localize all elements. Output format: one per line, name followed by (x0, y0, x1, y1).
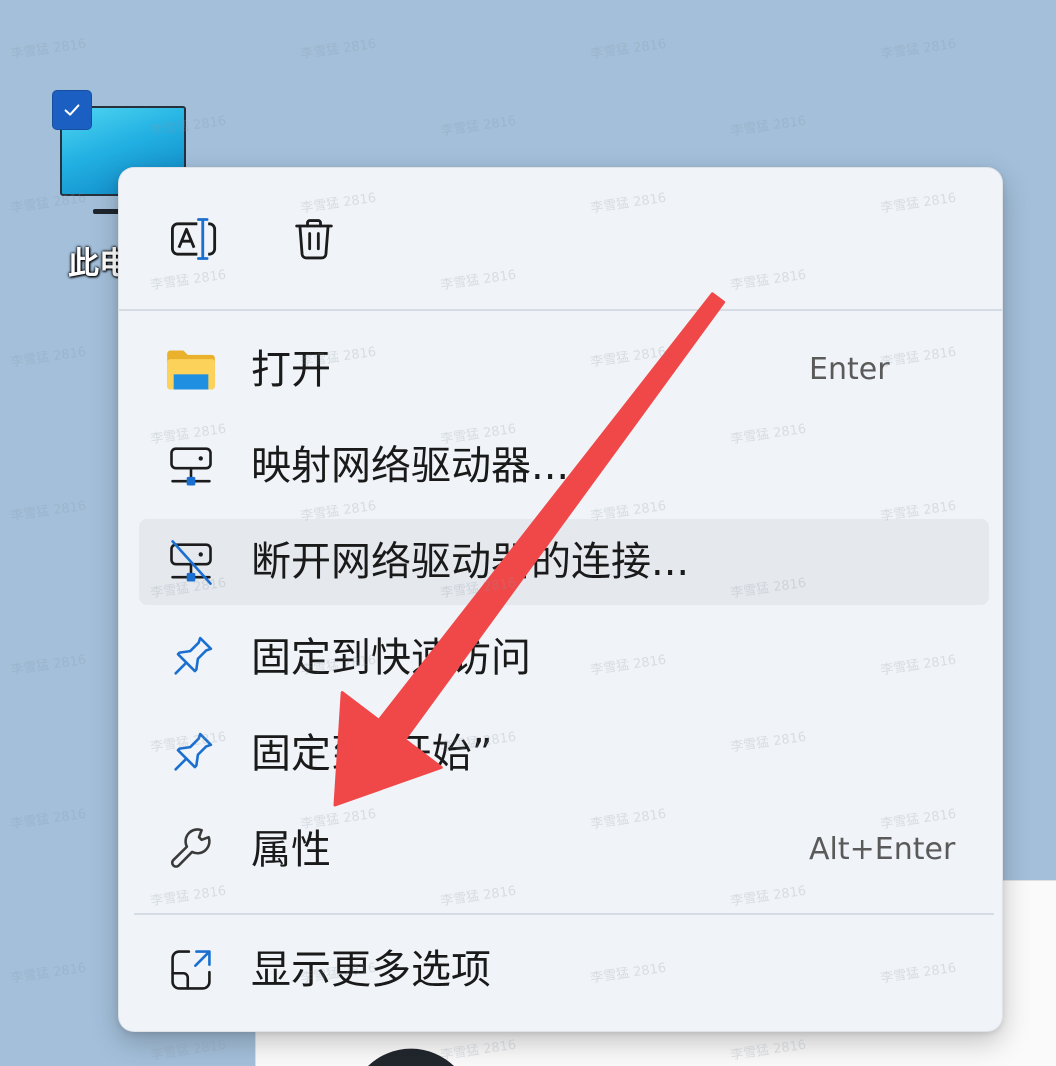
context-menu: 打开 Enter 映射网络驱动器... 断开网络驱动器的连接... 固定到快速访… (118, 167, 1003, 1032)
menu-item-label: 显示更多选项 (251, 947, 491, 993)
pin-icon (165, 632, 217, 684)
menu-item-label: 属性 (251, 827, 331, 873)
wrench-icon (165, 824, 217, 876)
map-network-drive-icon (165, 440, 217, 492)
menu-item-shortcut: Enter (809, 352, 890, 387)
rename-button[interactable] (161, 209, 225, 273)
checkmark-icon (64, 104, 80, 116)
selection-checkbox[interactable] (52, 90, 92, 130)
delete-button[interactable] (282, 209, 346, 273)
menu-item-pin-quick-access[interactable]: 固定到快速访问 (139, 615, 989, 701)
menu-item-pin-start[interactable]: 固定到“开始” (139, 711, 989, 797)
menu-item-label: 固定到“开始” (251, 731, 493, 777)
menu-item-map-network-drive[interactable]: 映射网络驱动器... (139, 423, 989, 509)
folder-icon (165, 344, 217, 396)
pin-icon (165, 728, 217, 780)
menu-item-disconnect-network-drive[interactable]: 断开网络驱动器的连接... (139, 519, 989, 605)
menu-separator (119, 309, 1002, 311)
menu-item-label: 固定到快速访问 (251, 635, 531, 681)
menu-separator (134, 913, 994, 915)
menu-item-label: 映射网络驱动器... (251, 443, 570, 489)
rename-icon (167, 213, 219, 269)
menu-item-open[interactable]: 打开 Enter (139, 327, 989, 413)
disconnect-network-drive-icon (165, 536, 217, 588)
menu-item-label: 断开网络驱动器的连接... (251, 539, 690, 585)
menu-item-show-more-options[interactable]: 显示更多选项 (139, 927, 989, 1013)
menu-item-label: 打开 (251, 347, 331, 393)
menu-item-properties[interactable]: 属性 Alt+Enter (139, 807, 989, 893)
menu-item-shortcut: Alt+Enter (809, 832, 956, 867)
trash-icon (288, 213, 340, 269)
show-more-options-icon (165, 944, 217, 996)
